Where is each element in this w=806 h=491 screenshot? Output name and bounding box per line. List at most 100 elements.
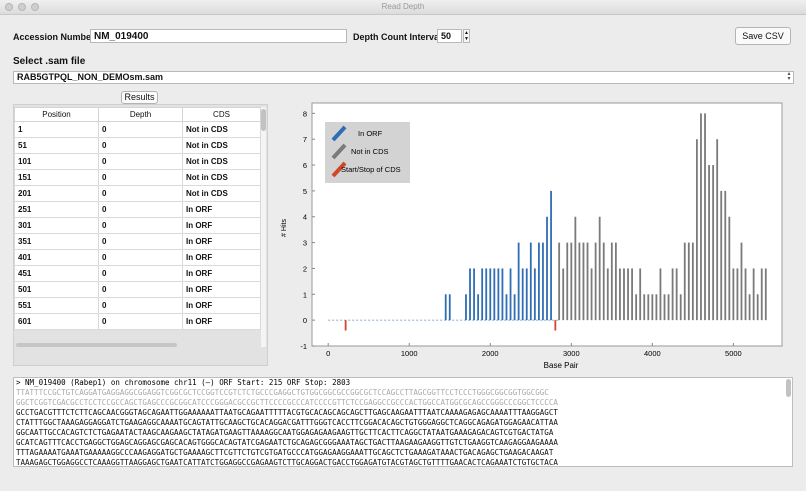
table-vertical-scrollbar[interactable]	[261, 107, 266, 347]
y-tick-label: 7	[303, 135, 307, 144]
results-button[interactable]: Results	[121, 91, 158, 104]
x-tick-label: 0	[326, 349, 330, 358]
row-cds-cell: In ORF	[182, 281, 261, 298]
bar-not-in-cds	[570, 242, 573, 321]
bar-not-in-cds	[590, 268, 593, 321]
accession-label: Accession Number	[13, 32, 95, 42]
accession-input[interactable]: NM_019400	[90, 29, 347, 43]
table-row[interactable]: 101 0 Not in CDS	[14, 153, 261, 170]
row-depth-cell: 0	[98, 313, 183, 330]
bar-in-orf	[550, 190, 552, 321]
bar-not-in-cds	[756, 294, 759, 321]
chart-legend: In ORF Not in CDS Start/Stop of CDS	[325, 122, 410, 183]
bar-not-in-cds	[647, 294, 650, 321]
sequence-line: GCATCAGTTTCACCTGAGGCTGGAGCAGGAGCGAGCACAG…	[16, 438, 558, 447]
bar-not-in-cds	[558, 242, 561, 321]
table-row[interactable]: 51 0 Not in CDS	[14, 137, 261, 154]
table-row[interactable]: 451 0 In ORF	[14, 265, 261, 282]
read-depth-chart: -1 0 1 2 3 4 5 6 7 8 0 1000 2000 3000 4000 5000 In ORF …	[281, 102, 783, 370]
table-row[interactable]: 401 0 In ORF	[14, 249, 261, 266]
row-position-cell: 401	[14, 249, 99, 266]
bar-not-in-cds	[614, 242, 617, 321]
x-tick-label: 4000	[644, 349, 661, 358]
bar-in-orf	[444, 294, 447, 321]
row-depth-cell: 0	[98, 281, 183, 298]
x-tick-label: 1000	[401, 349, 418, 358]
bar-not-in-cds	[732, 268, 735, 321]
bar-not-in-cds	[691, 242, 694, 321]
col-cds-header[interactable]: CDS	[182, 107, 261, 122]
table-row[interactable]: 251 0 In ORF	[14, 201, 261, 218]
scrollbar-thumb[interactable]	[261, 109, 266, 131]
bar-not-in-cds	[712, 165, 715, 321]
sequence-line: TAAAGAGCTGGAGGCCTCAAAGGTTAAGGAGCTGAATCAT…	[16, 458, 558, 467]
sequence-line: GGCAATTGCCACAGTCTCTGAGAATACTAAGCAAGAAGCT…	[16, 428, 554, 437]
x-axis-label: Base Pair	[544, 361, 579, 370]
x-tick-label: 2000	[482, 349, 499, 358]
interval-input[interactable]: 50	[437, 29, 462, 43]
row-cds-cell: In ORF	[182, 217, 261, 234]
row-position-cell: 601	[14, 313, 99, 330]
interval-stepper[interactable]: ▲ ▼	[463, 29, 470, 43]
title-bar: Read Depth	[0, 0, 806, 15]
row-depth-cell: 0	[98, 265, 183, 282]
row-cds-cell: In ORF	[182, 297, 261, 314]
row-cds-cell: In ORF	[182, 233, 261, 250]
row-position-cell: 251	[14, 201, 99, 218]
table-row[interactable]: 601 0 In ORF	[14, 313, 261, 330]
sam-select[interactable]: RAB5GTPQL_NON_DEMOsm.sam	[13, 71, 794, 84]
bar-not-in-cds	[566, 242, 569, 321]
row-depth-cell: 0	[98, 233, 183, 250]
bar-not-in-cds	[720, 190, 723, 321]
row-position-cell: 501	[14, 281, 99, 298]
bar-not-in-cds	[627, 268, 629, 321]
row-position-cell: 201	[14, 185, 99, 202]
row-depth-cell: 0	[98, 137, 183, 154]
y-tick-label: 8	[303, 109, 307, 118]
table-row[interactable]: 1 0 Not in CDS	[14, 121, 261, 138]
table-row[interactable]: 351 0 In ORF	[14, 233, 261, 250]
table-row[interactable]: 551 0 In ORF	[14, 297, 261, 314]
y-tick-label: 2	[303, 264, 307, 273]
row-depth-cell: 0	[98, 217, 183, 234]
bar-in-orf	[493, 268, 496, 321]
table-row[interactable]: 301 0 In ORF	[14, 217, 261, 234]
row-position-cell: 451	[14, 265, 99, 282]
window-title: Read Depth	[381, 2, 425, 11]
bar-not-in-cds	[619, 268, 621, 321]
bar-not-in-cds	[675, 268, 678, 321]
bar-not-in-cds	[716, 139, 719, 321]
col-position-header[interactable]: Position	[14, 107, 99, 122]
save-csv-button[interactable]: Save CSV	[735, 27, 791, 45]
bar-not-in-cds	[736, 268, 739, 321]
bar-not-in-cds	[594, 242, 597, 321]
bar-not-in-cds	[655, 294, 658, 321]
sequence-text-area[interactable]: > NM_019400 (Rabep1) on chromosome chr11…	[13, 377, 793, 467]
legend-label-in-orf: In ORF	[358, 129, 383, 138]
row-cds-cell: Not in CDS	[182, 137, 261, 154]
bar-not-in-cds	[679, 294, 682, 321]
sequence-scrollbar-thumb[interactable]	[786, 379, 791, 397]
bar-not-in-cds	[740, 242, 743, 321]
bar-not-in-cds	[667, 294, 670, 321]
row-cds-cell: In ORF	[182, 265, 261, 282]
bar-in-orf	[525, 268, 528, 321]
y-tick-label: -1	[300, 342, 307, 351]
table-row[interactable]: 501 0 In ORF	[14, 281, 261, 298]
row-cds-cell: Not in CDS	[182, 169, 261, 186]
row-depth-cell: 0	[98, 297, 183, 314]
bar-not-in-cds	[610, 242, 613, 321]
bar-not-in-cds	[635, 294, 638, 321]
table-row[interactable]: 151 0 Not in CDS	[14, 169, 261, 186]
table-row[interactable]: 201 0 Not in CDS	[14, 185, 261, 202]
marker-start-stop	[344, 320, 347, 331]
col-depth-header[interactable]: Depth	[98, 107, 183, 122]
y-tick-label: 1	[303, 290, 307, 299]
bar-not-in-cds	[663, 294, 666, 321]
y-tick-label: 6	[303, 161, 307, 170]
bar-in-orf	[501, 268, 504, 321]
bar-not-in-cds	[623, 268, 625, 321]
table-horizontal-scrollbar[interactable]	[16, 343, 177, 347]
row-depth-cell: 0	[98, 121, 183, 138]
sequence-line: GGCTCGGTCGACGCCTCCTCCGCCAGCTGAGCCCGCGGCA…	[16, 398, 558, 407]
